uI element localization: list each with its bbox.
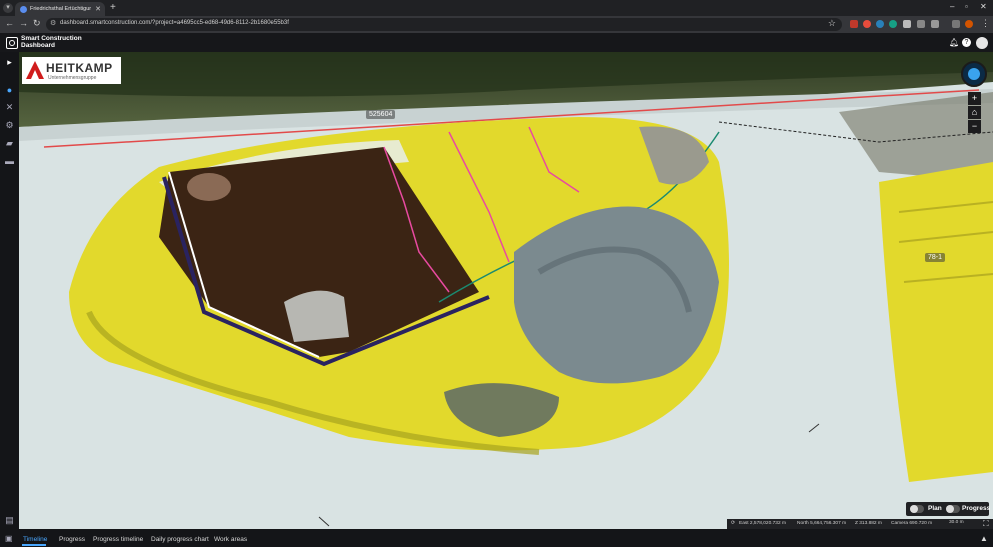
home-view-icon[interactable]: ⌂ [968,106,981,119]
tab-work-areas[interactable]: Work areas [214,536,247,543]
station-label[interactable]: 525604 [366,110,396,119]
zoom-out-button[interactable]: − [968,120,981,133]
extensions-puzzle-icon[interactable] [931,20,939,28]
tab-timeline[interactable]: Timeline [23,536,47,543]
layer-toggles: Plan Progress [906,502,991,516]
coord-north: North 5,664,756.307 m [797,521,847,526]
camera-height: Camera 690.720 m [891,521,933,526]
url-text: dashboard.smartconstruction.com/?project… [60,20,289,26]
extension-icon[interactable] [863,20,871,28]
coord-icon: ⟳ [731,521,736,526]
tab-search-icon[interactable]: ▾ [3,3,13,13]
compass-icon[interactable] [961,61,987,87]
extension-icon[interactable] [889,20,897,28]
extension-icon[interactable] [850,20,858,28]
reload-icon[interactable]: ↻ [33,18,41,29]
active-tab-indicator [22,544,46,546]
progress-label: Progress [962,505,991,512]
app-brand: Smart Construction Dashboard [21,35,82,49]
progress-toggle[interactable] [946,505,960,513]
tools-icon[interactable]: ✕ [4,102,15,113]
coordinate-readout: ⟳ East 2,578,020.732 m North 5,664,756.3… [727,519,993,529]
excavator-icon[interactable]: ▰ [4,138,15,149]
terrain-3d-viewport[interactable] [19,52,993,529]
close-tab-icon[interactable]: ✕ [95,5,101,13]
station-label[interactable]: 78-1 [925,253,946,262]
browser-tab[interactable]: Friedrichsthal Ertüchtigung Bu... ✕ [15,2,105,16]
coord-z: Z 313.882 m [855,521,882,526]
tab-daily-progress-chart[interactable]: Daily progress chart [151,536,209,543]
panel-icon[interactable]: ▣ [5,534,13,543]
site-info-icon[interactable]: ⚙ [50,19,56,27]
forward-icon[interactable]: → [19,18,28,28]
browser-menu-icon[interactable]: ⋮ [981,18,990,29]
close-window-icon[interactable]: ✕ [980,2,987,11]
settings-gear-icon[interactable]: ⚙ [4,120,15,131]
notifications-bell-icon[interactable]: 🔔︎ [949,38,959,47]
scale-label: 30.0 m [949,520,964,525]
fullscreen-icon[interactable]: ⛶ [983,519,989,529]
app-logo-icon [6,37,18,49]
help-icon[interactable]: ? [962,38,971,47]
company-logo-card: HEITKAMP Unternehmensgruppe [22,57,121,84]
folder-icon[interactable]: ▬ [4,156,15,167]
extension-icon[interactable] [917,20,925,28]
minimize-icon[interactable]: – [950,2,954,11]
user-avatar[interactable] [976,37,988,49]
back-icon[interactable]: ← [5,18,14,28]
coord-east: East 2,578,020.732 m [739,521,786,526]
zoom-in-button[interactable]: + [968,92,981,105]
bottom-tab-bar [0,529,993,547]
favicon-icon [20,5,27,13]
profile-icon[interactable] [965,20,973,28]
app-header [0,33,993,52]
tab-title: Friedrichsthal Ertüchtigung Bu... [30,6,91,12]
report-icon[interactable]: ▤ [4,515,15,526]
browser-tab-bar [0,0,993,16]
brand-line2: Dashboard [21,42,55,49]
globe-icon[interactable]: ● [4,85,15,96]
extension-icon[interactable] [903,20,911,28]
maximize-icon[interactable]: ▫ [965,2,968,11]
terrain-render [19,52,993,529]
expand-sidebar-icon[interactable]: ▸ [4,57,15,68]
tab-progress[interactable]: Progress [59,536,85,543]
company-name: HEITKAMP [46,61,113,75]
company-subtitle: Unternehmensgruppe [48,75,97,81]
heitkamp-logo-icon [26,61,44,79]
brand-line1: Smart Construction [21,35,82,42]
collapse-chevron-up-icon[interactable]: ▲ [980,534,988,543]
bookmark-star-icon[interactable]: ☆ [828,18,836,29]
sidepanel-icon[interactable] [952,20,960,28]
tab-progress-timeline[interactable]: Progress timeline [93,536,143,543]
extension-icon[interactable] [876,20,884,28]
plan-label: Plan [928,505,942,512]
plan-toggle[interactable] [910,505,924,513]
url-field[interactable]: ⚙ dashboard.smartconstruction.com/?proje… [46,18,842,31]
new-tab-button[interactable]: + [110,2,116,13]
